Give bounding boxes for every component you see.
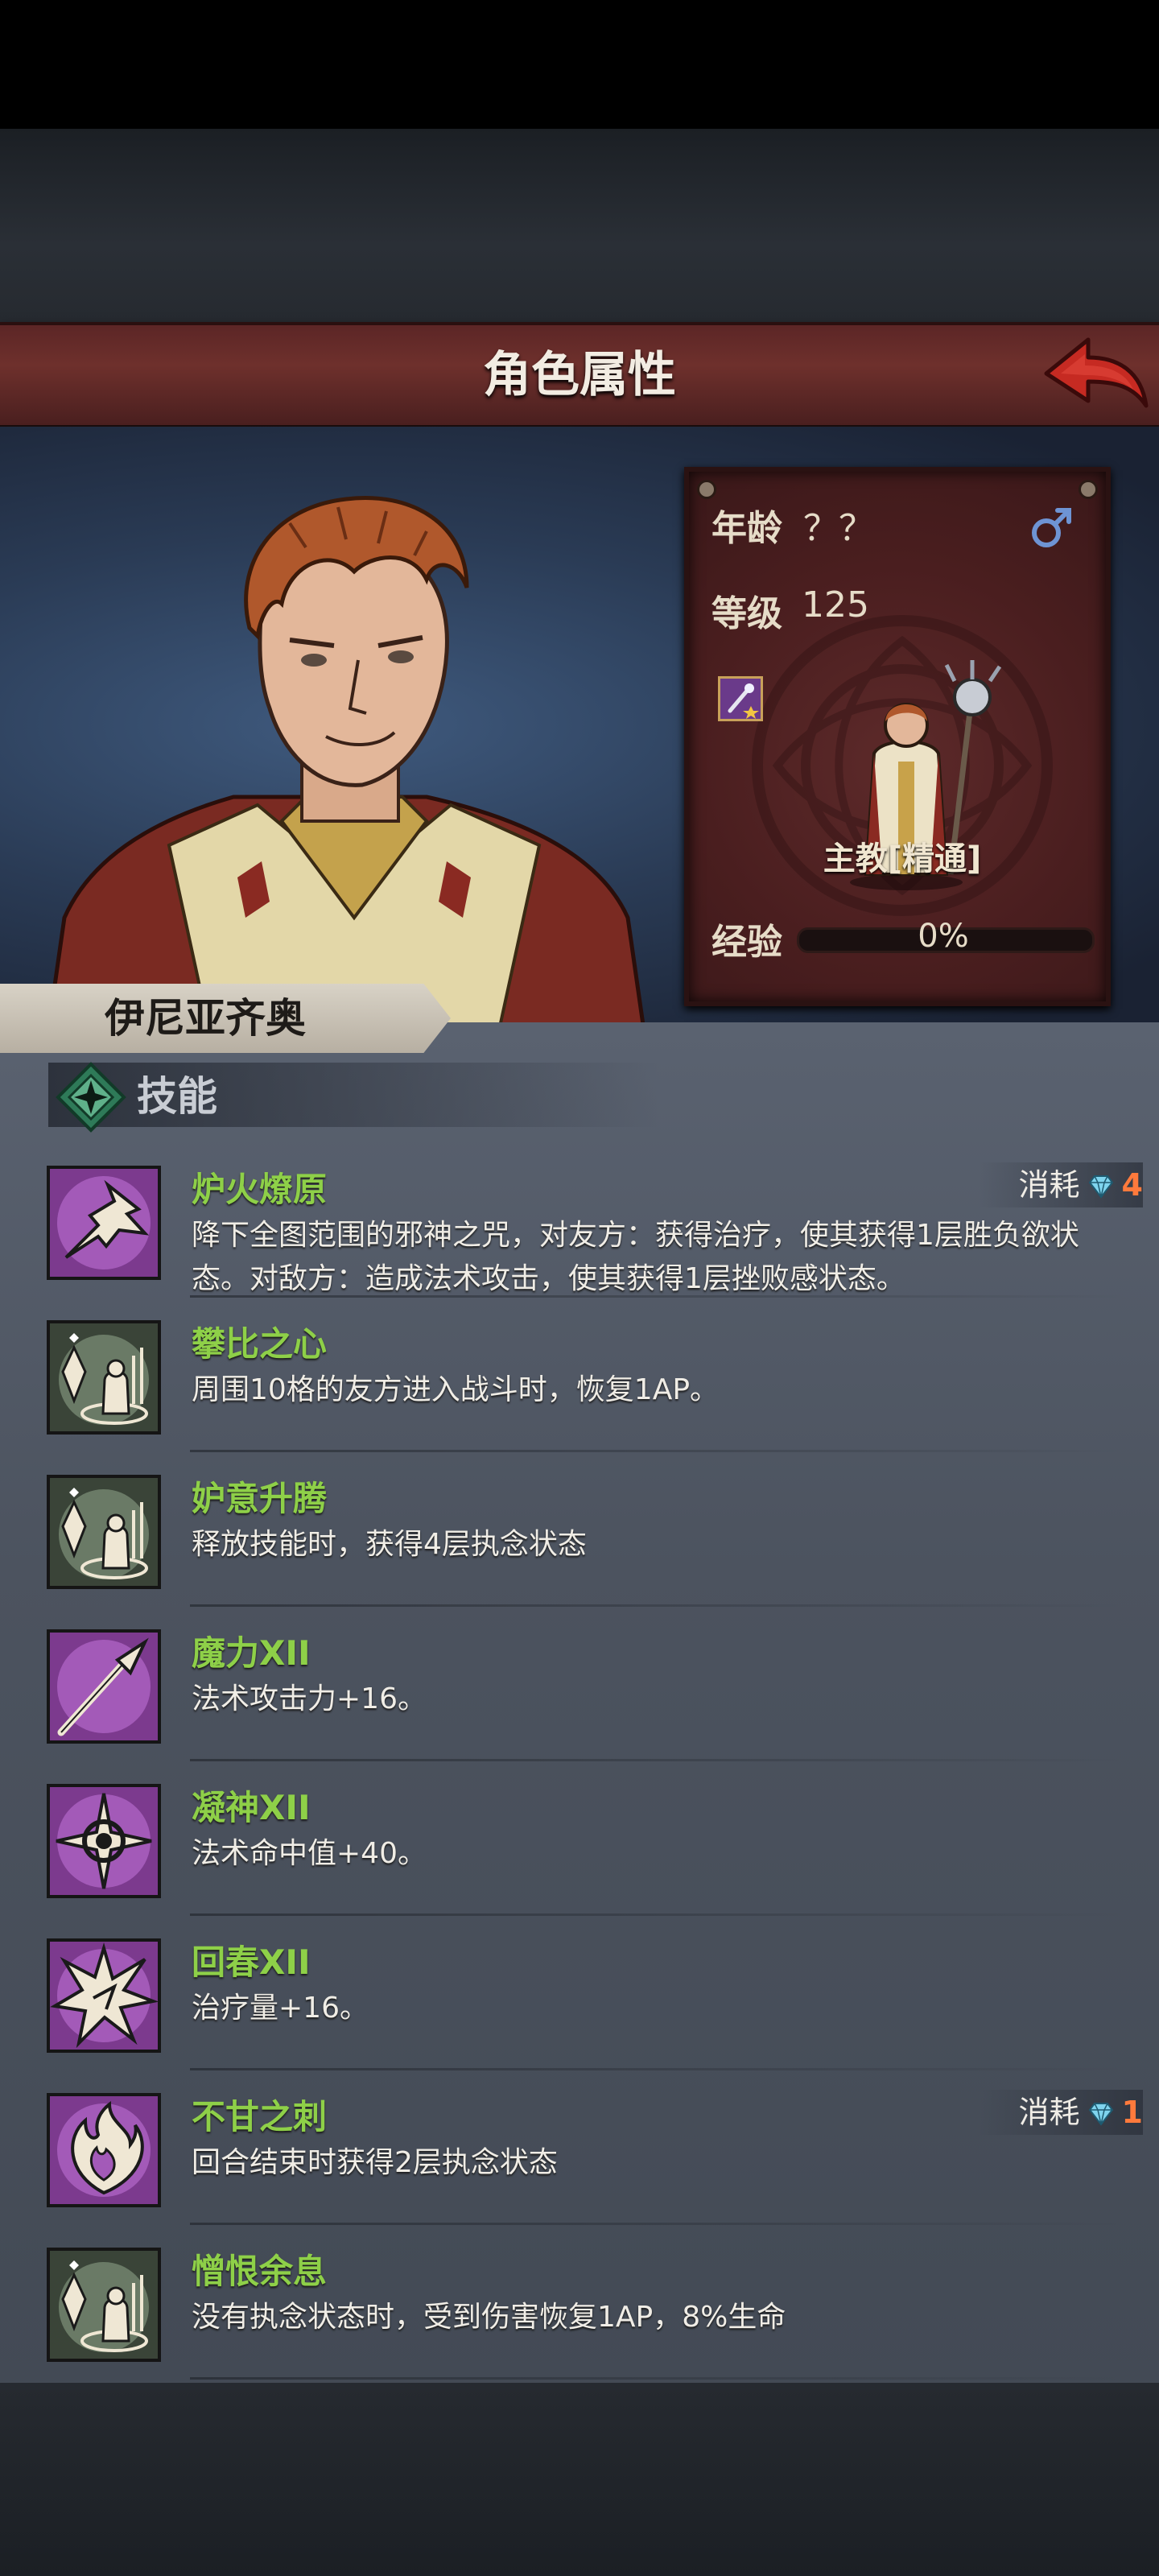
skill-cost: 消耗 1 (978, 2090, 1143, 2135)
skill-name: 凝神XII (192, 1788, 311, 1827)
skill-name: 炉火燎原 (192, 1170, 328, 1209)
bottom-background (0, 2383, 1159, 2576)
skill-row[interactable]: 憎恨余息没有执念状态时，受到伤害恢复1AP，8%生命 (0, 2225, 1159, 2380)
skill-row[interactable]: 不甘之刺回合结束时获得2层执念状态 消耗 1 (0, 2070, 1159, 2225)
title-bar: 角色属性 (0, 322, 1159, 430)
skill-description: 没有执念状态时，受到伤害恢复1AP，8%生命 (192, 2301, 786, 2334)
skill-row[interactable]: 炉火燎原降下全图范围的邪神之咒，对友方：获得治疗，使其获得1层胜负欲状态。对敌方… (0, 1143, 1159, 1298)
skill-name: 攀比之心 (192, 1324, 328, 1364)
class-name: 主教[精通] (823, 840, 982, 877)
skill-name: 憎恨余息 (192, 2252, 328, 2291)
level-label: 等级 (711, 593, 782, 634)
character-name: 伊尼亚齐奥 (105, 995, 306, 1042)
skill-cost-value: 4 (1121, 1167, 1143, 1203)
fire-heart-icon[interactable] (47, 2093, 161, 2207)
starburst-icon[interactable] (47, 1938, 161, 2053)
skill-name: 不甘之刺 (192, 2097, 328, 2136)
skill-row[interactable]: 攀比之心周围10格的友方进入战斗时，恢复1AP。 (0, 1298, 1159, 1452)
upper-background (0, 129, 1159, 322)
panel-rivet (697, 480, 716, 499)
skill-description: 回合结束时获得2层执念状态 (192, 2146, 558, 2179)
skill-name: 魔力XII (192, 1633, 311, 1673)
skills-title: 技能 (137, 1073, 217, 1120)
skill-description: 周围10格的友方进入战斗时，恢复1AP。 (192, 1373, 720, 1406)
stat-panel: 年龄 ？？ 等级 125 主教[精通] 经验 0% (684, 467, 1111, 1006)
exp-label: 经验 (711, 922, 782, 963)
skill-description: 降下全图范围的邪神之咒，对友方：获得治疗，使其获得1层胜负欲状态。对敌方：造成法… (192, 1219, 1079, 1295)
skill-cost-label: 消耗 (1018, 1167, 1080, 1203)
name-plate: 伊尼亚齐奥 (0, 984, 451, 1053)
skill-description: 法术攻击力+16。 (192, 1682, 427, 1715)
skill-description: 治疗量+16。 (192, 1992, 369, 2025)
page-title: 角色属性 (483, 347, 676, 403)
skill-row[interactable]: 魔力XII 法术攻击力+16。 (0, 1607, 1159, 1761)
skill-row[interactable]: 妒意升腾释放技能时，获得4层执念状态 (0, 1452, 1159, 1607)
skill-row[interactable]: 凝神XII 法术命中值+40。 (0, 1761, 1159, 1916)
exp-value: 0% (918, 918, 969, 955)
skill-name: 回春XII (192, 1942, 311, 1982)
back-arrow-icon (1044, 337, 1149, 408)
crystal-statue-icon[interactable] (47, 2248, 161, 2362)
level-value: 125 (802, 584, 869, 625)
top-letterbox (0, 0, 1159, 129)
back-button[interactable] (1038, 325, 1151, 419)
panel-rivet (1079, 480, 1098, 499)
weapon-staff-icon[interactable] (718, 676, 763, 721)
skills-emblem-icon (56, 1062, 126, 1133)
skill-row[interactable]: 回春XII 治疗量+16。 (0, 1916, 1159, 2070)
skill-cost: 消耗 4 (978, 1162, 1143, 1208)
crosshair-icon[interactable] (47, 1784, 161, 1898)
character-portrait (47, 467, 660, 1022)
flaming-fist-icon[interactable] (47, 1166, 161, 1280)
age-value: ？？ (803, 508, 874, 549)
skill-description: 释放技能时，获得4层执念状态 (192, 1528, 587, 1561)
crystal-statue-icon[interactable] (47, 1320, 161, 1435)
age-label: 年龄 (711, 508, 782, 549)
spear-icon[interactable] (47, 1629, 161, 1744)
crystal-statue-icon[interactable] (47, 1475, 161, 1589)
male-gender-icon (1032, 508, 1071, 547)
skill-cost-value: 1 (1121, 2095, 1143, 2130)
skill-description: 法术命中值+40。 (192, 1837, 427, 1870)
row-divider (190, 2377, 1127, 2380)
skill-name: 妒意升腾 (192, 1479, 328, 1518)
skill-cost-label: 消耗 (1018, 2095, 1080, 2130)
crystal-gem-icon (1088, 1175, 1113, 1199)
crystal-gem-icon (1088, 2103, 1113, 2126)
